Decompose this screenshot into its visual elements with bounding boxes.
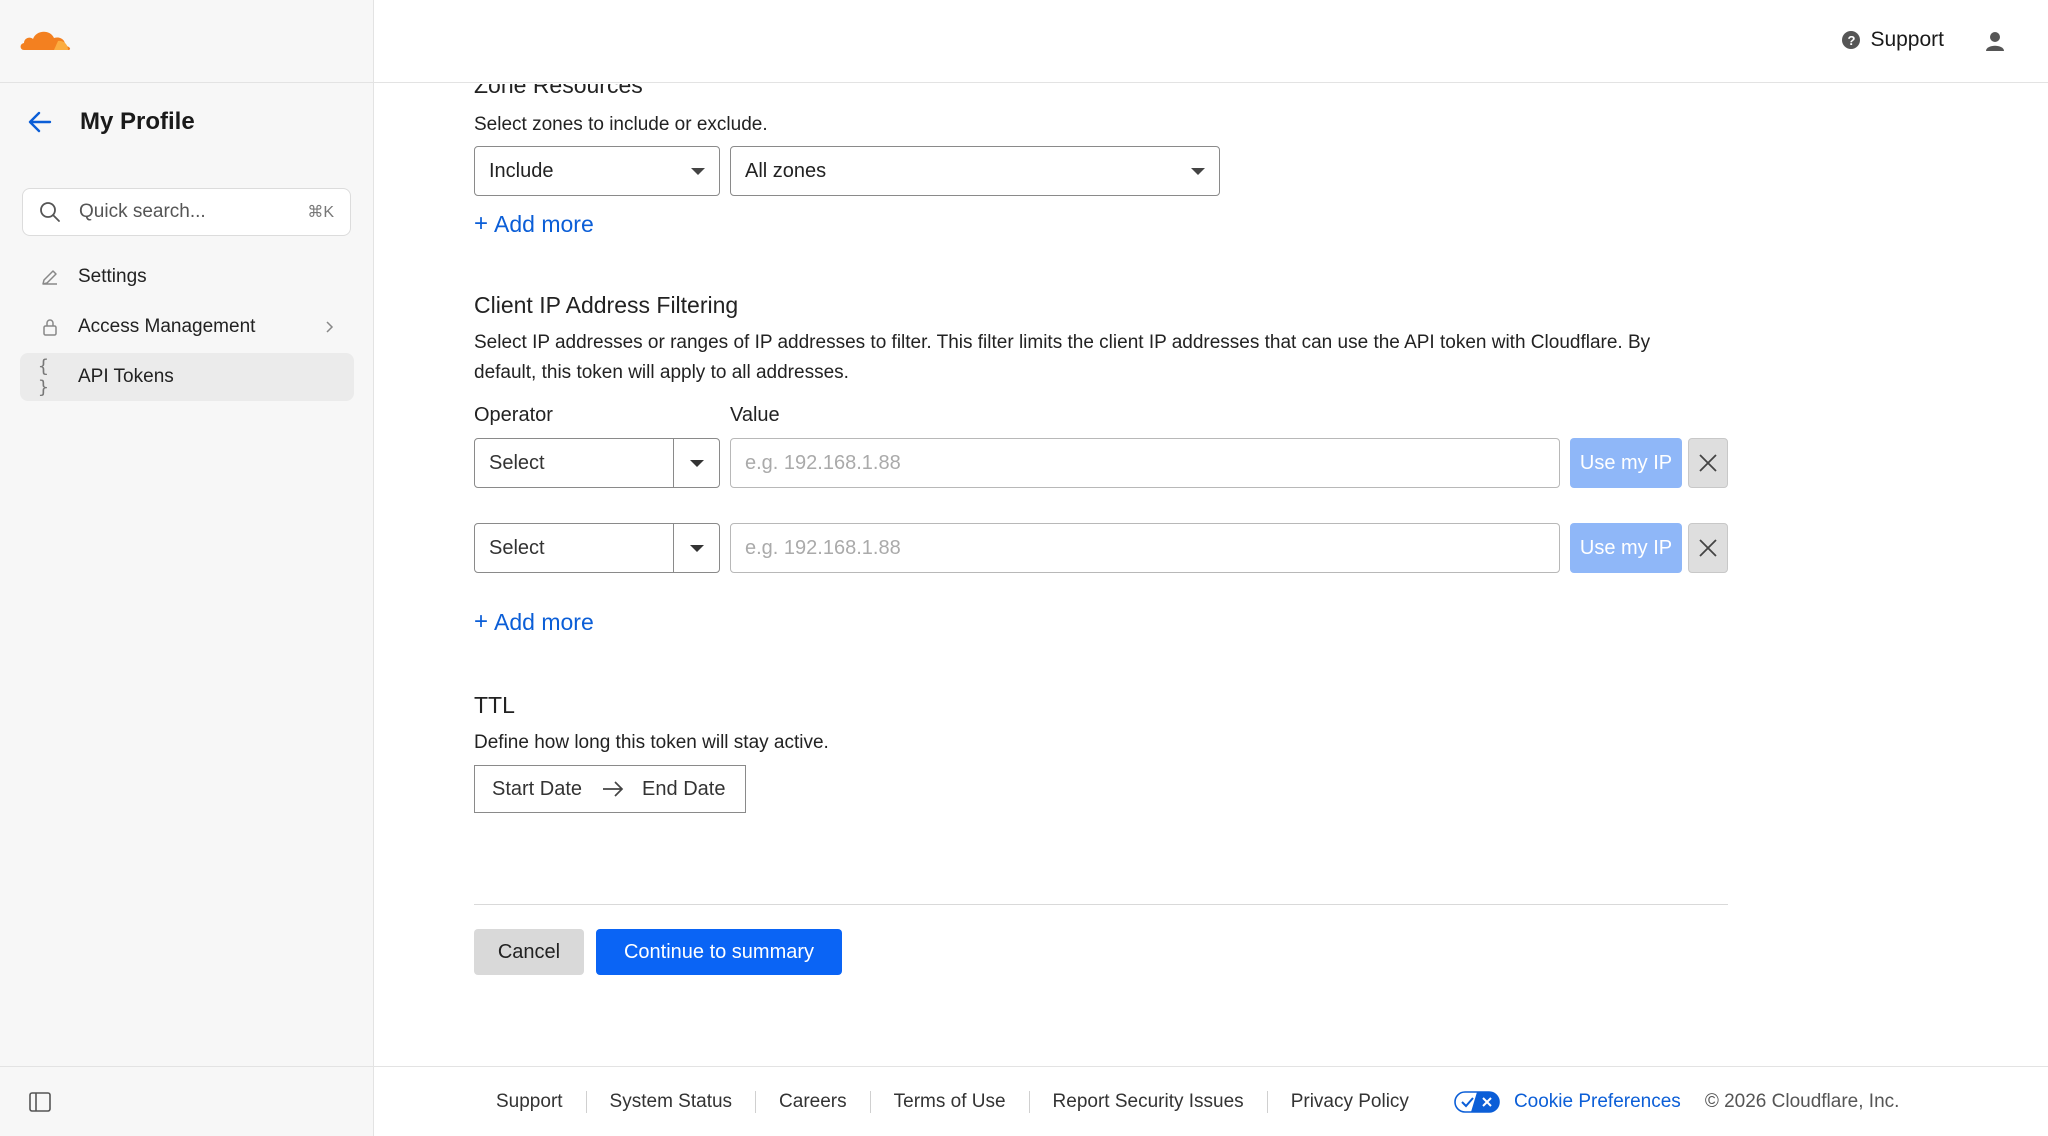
sidebar-item-access-management[interactable]: Access Management	[20, 303, 354, 351]
support-label: Support	[1870, 28, 1944, 51]
ip-filtering-description: Select IP addresses or ranges of IP addr…	[474, 332, 1651, 383]
ttl-title: TTL	[474, 692, 515, 718]
value-label: Value	[730, 404, 780, 426]
cookie-preferences-label: Cookie Preferences	[1513, 1090, 1681, 1112]
continue-to-summary-button[interactable]: Continue to summary	[596, 929, 842, 975]
zone-scope-value: All zones	[745, 159, 827, 182]
ip-operator-select[interactable]: Select	[474, 523, 720, 573]
sidebar: My Profile Quick search... ⌘K Settings A…	[0, 0, 374, 1136]
top-bar: ? Support	[374, 0, 2048, 83]
help-icon: ?	[1842, 31, 1861, 49]
page-title: My Profile	[80, 108, 195, 135]
close-icon	[1699, 454, 1717, 472]
form-divider	[474, 904, 1728, 905]
plus-icon: +	[474, 608, 489, 635]
operator-label: Operator	[474, 404, 553, 426]
dropdown-toggle[interactable]	[673, 524, 719, 572]
ttl-description: Define how long this token will stay act…	[474, 732, 829, 753]
support-link[interactable]: ? Support	[1842, 28, 1944, 52]
footer-link-careers[interactable]: Careers	[756, 1090, 871, 1113]
add-more-label: Add more	[494, 210, 594, 237]
caret-down-icon	[691, 168, 705, 175]
search-icon	[40, 202, 60, 222]
sidebar-item-label: API Tokens	[78, 366, 174, 387]
add-more-label: Add more	[494, 608, 594, 635]
cookie-preferences-link[interactable]: Cookie Preferences	[1432, 1091, 1681, 1113]
cancel-button[interactable]: Cancel	[474, 929, 584, 975]
ip-value-input[interactable]: e.g. 192.168.1.88	[730, 438, 1560, 488]
dropdown-toggle[interactable]	[673, 439, 719, 487]
remove-row-button[interactable]	[1688, 438, 1728, 488]
footer-link-privacy[interactable]: Privacy Policy	[1268, 1091, 1432, 1113]
copyright: © 2026 Cloudflare, Inc.	[1704, 1090, 1900, 1112]
zone-resources-title: Zone Resources	[474, 84, 643, 98]
use-my-ip-button[interactable]: Use my IP	[1570, 523, 1682, 573]
zone-scope-select[interactable]: All zones	[730, 146, 1220, 196]
ip-value-placeholder: e.g. 192.168.1.88	[745, 451, 901, 474]
end-date-placeholder: End Date	[642, 777, 726, 800]
ip-value-input[interactable]: e.g. 192.168.1.88	[730, 523, 1560, 573]
search-shortcut: ⌘K	[307, 204, 334, 221]
profile-header: My Profile	[26, 108, 195, 136]
back-arrow-icon[interactable]	[26, 108, 54, 136]
logo-bar	[0, 0, 373, 83]
ip-operator-value: Select	[489, 451, 545, 474]
zone-add-more-link[interactable]: + Add more	[474, 210, 594, 238]
use-my-ip-button[interactable]: Use my IP	[1570, 438, 1682, 488]
sidebar-item-label: Settings	[78, 266, 147, 287]
footer-link-support[interactable]: Support	[496, 1090, 587, 1113]
arrow-right-icon	[603, 781, 624, 797]
sidebar-toggle-icon[interactable]	[28, 1091, 52, 1113]
braces-icon: { }	[38, 356, 49, 398]
search-placeholder: Quick search...	[79, 201, 206, 222]
ip-value-placeholder: e.g. 192.168.1.88	[745, 536, 901, 559]
footer-link-terms[interactable]: Terms of Use	[871, 1090, 1030, 1113]
sidebar-footer	[0, 1066, 374, 1136]
footer-link-report-security[interactable]: Report Security Issues	[1030, 1090, 1268, 1113]
lock-icon	[38, 315, 62, 339]
main-content: Zone Resources Select zones to include o…	[374, 84, 2048, 1066]
privacy-choices-icon	[1454, 1090, 1500, 1113]
ttl-date-range-picker[interactable]: Start Date End Date	[474, 765, 746, 813]
footer-link-system-status[interactable]: System Status	[587, 1090, 757, 1113]
zone-include-select[interactable]: Include	[474, 146, 720, 196]
cloudflare-logo[interactable]	[18, 24, 74, 54]
close-icon	[1699, 539, 1717, 557]
caret-down-icon	[1191, 168, 1205, 175]
sidebar-item-settings[interactable]: Settings	[20, 253, 354, 301]
ip-operator-value: Select	[489, 536, 545, 559]
zone-resources-description: Select zones to include or exclude.	[474, 114, 768, 135]
sidebar-item-api-tokens[interactable]: { } API Tokens	[20, 353, 354, 401]
start-date-placeholder: Start Date	[492, 777, 583, 800]
ip-filtering-title: Client IP Address Filtering	[474, 292, 739, 318]
sidebar-item-label: Access Management	[78, 316, 256, 337]
footer: Support System Status Careers Terms of U…	[374, 1066, 2048, 1136]
ip-operator-select[interactable]: Select	[474, 438, 720, 488]
ip-add-more-link[interactable]: + Add more	[474, 608, 594, 636]
remove-row-button[interactable]	[1688, 523, 1728, 573]
pencil-icon	[38, 265, 62, 289]
quick-search[interactable]: Quick search... ⌘K	[22, 188, 351, 236]
plus-icon: +	[474, 210, 489, 237]
chevron-right-icon	[326, 321, 334, 333]
user-icon[interactable]	[1984, 30, 2006, 52]
zone-include-value: Include	[489, 159, 554, 182]
sidebar-nav: Settings Access Management { } API Token…	[20, 253, 354, 403]
